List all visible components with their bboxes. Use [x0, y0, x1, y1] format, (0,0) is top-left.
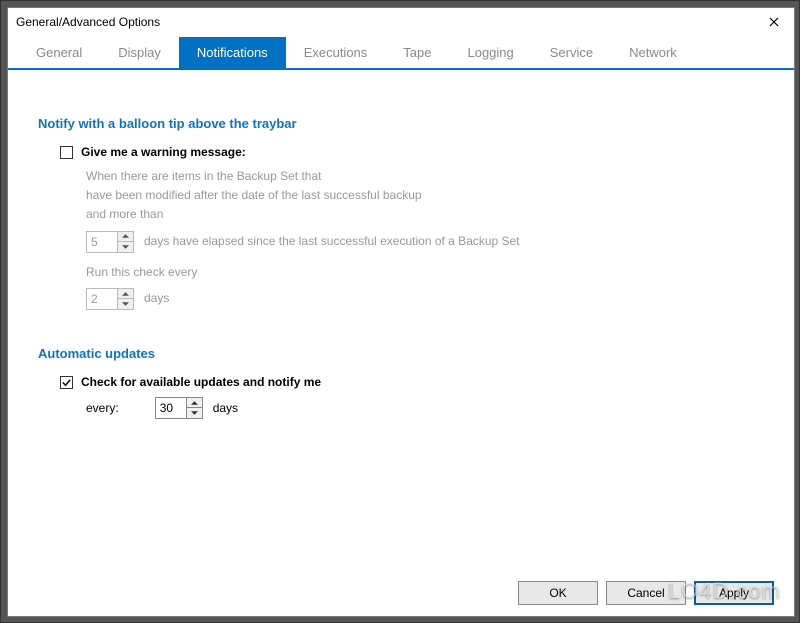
updates-checkbox-row: Check for available updates and notify m… — [60, 375, 764, 389]
chevron-down-icon — [122, 302, 129, 306]
updates-checkbox-label: Check for available updates and notify m… — [81, 375, 321, 389]
spinner-arrows — [186, 398, 202, 418]
spinner-down[interactable] — [118, 242, 133, 252]
tab-tape[interactable]: Tape — [385, 37, 449, 68]
every-label: every: — [86, 401, 119, 415]
warning-checkbox-label: Give me a warning message: — [81, 145, 246, 159]
run-check-label: Run this check every — [86, 263, 764, 282]
run-check-input[interactable] — [87, 289, 117, 309]
ok-button[interactable]: OK — [518, 581, 598, 605]
tab-bar: General Display Notifications Executions… — [8, 36, 794, 70]
every-spinner[interactable] — [155, 397, 203, 419]
apply-button[interactable]: Apply — [694, 581, 774, 605]
days-elapsed-row: days have elapsed since the last success… — [86, 231, 764, 253]
close-icon — [769, 17, 779, 27]
run-check-row: days — [86, 288, 764, 310]
spinner-up[interactable] — [118, 232, 133, 243]
section-title-updates: Automatic updates — [38, 346, 764, 361]
cancel-button[interactable]: Cancel — [606, 581, 686, 605]
every-input[interactable] — [156, 398, 186, 418]
spinner-up[interactable] — [187, 398, 202, 409]
chevron-up-icon — [122, 292, 129, 296]
spinner-down[interactable] — [187, 408, 202, 418]
chevron-down-icon — [122, 245, 129, 249]
days-elapsed-spinner[interactable] — [86, 231, 134, 253]
days-elapsed-input[interactable] — [87, 232, 117, 252]
tab-notifications[interactable]: Notifications — [179, 37, 286, 68]
spinner-up[interactable] — [118, 289, 133, 300]
tab-display[interactable]: Display — [100, 37, 179, 68]
window-title: General/Advanced Options — [16, 15, 160, 29]
warning-desc-line1: When there are items in the Backup Set t… — [86, 167, 764, 186]
tab-executions[interactable]: Executions — [286, 37, 386, 68]
content-pane: Notify with a balloon tip above the tray… — [8, 70, 794, 570]
titlebar: General/Advanced Options — [8, 8, 794, 36]
days-elapsed-suffix: days have elapsed since the last success… — [144, 232, 520, 251]
warning-desc-line3: and more than — [86, 205, 764, 224]
every-suffix: days — [213, 401, 238, 415]
warning-checkbox[interactable] — [60, 146, 73, 159]
warning-checkbox-row: Give me a warning message: — [60, 145, 764, 159]
run-check-suffix: days — [144, 289, 169, 308]
spinner-arrows — [117, 289, 133, 309]
chevron-up-icon — [191, 401, 198, 405]
tab-general[interactable]: General — [18, 37, 100, 68]
section-balloon-tip: Notify with a balloon tip above the tray… — [38, 116, 764, 310]
tab-network[interactable]: Network — [611, 37, 695, 68]
close-button[interactable] — [758, 11, 790, 33]
updates-every-row: every: days — [86, 397, 764, 419]
chevron-up-icon — [122, 234, 129, 238]
spinner-arrows — [117, 232, 133, 252]
spinner-down[interactable] — [118, 299, 133, 309]
warning-description: When there are items in the Backup Set t… — [86, 167, 764, 310]
section-title-balloon: Notify with a balloon tip above the tray… — [38, 116, 764, 131]
run-check-spinner[interactable] — [86, 288, 134, 310]
button-bar: OK Cancel Apply — [8, 570, 794, 616]
tab-service[interactable]: Service — [532, 37, 611, 68]
backdrop: General/Advanced Options General Display… — [0, 0, 800, 623]
tab-logging[interactable]: Logging — [449, 37, 531, 68]
chevron-down-icon — [191, 411, 198, 415]
options-dialog: General/Advanced Options General Display… — [7, 7, 795, 617]
warning-desc-line2: have been modified after the date of the… — [86, 186, 764, 205]
updates-checkbox[interactable] — [60, 376, 73, 389]
section-auto-updates: Automatic updates Check for available up… — [38, 346, 764, 419]
check-icon — [61, 377, 72, 388]
